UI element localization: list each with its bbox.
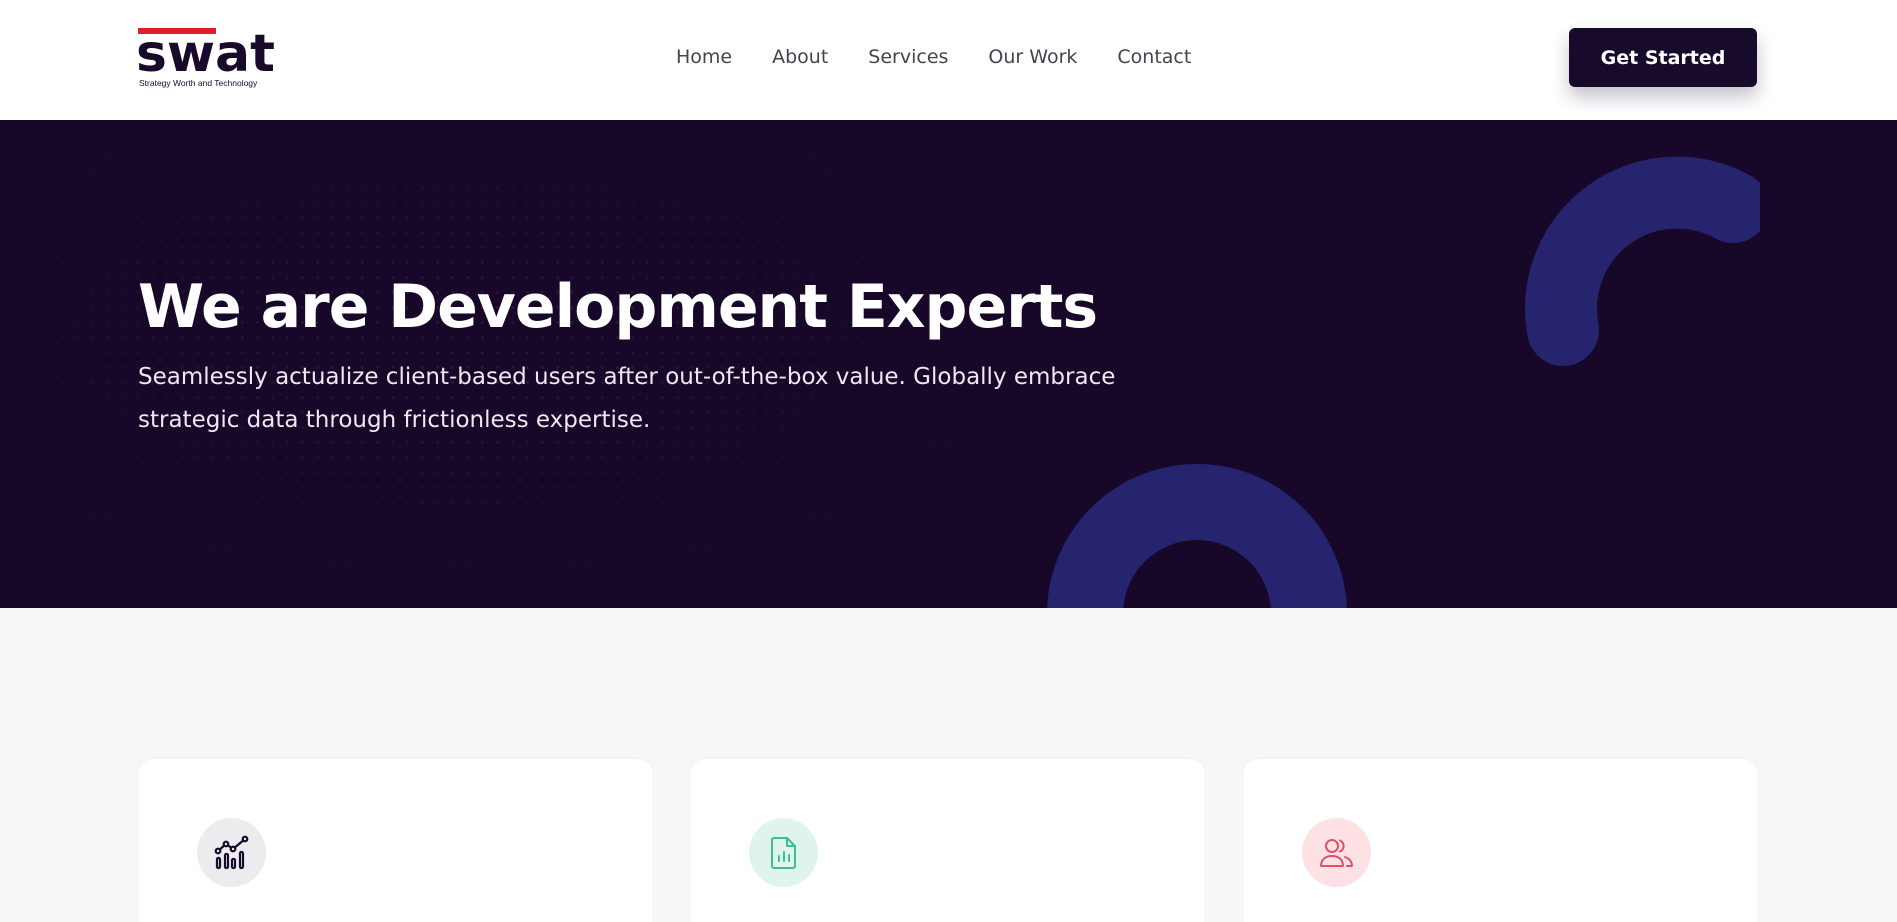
decorative-ring-shape: [1047, 464, 1347, 608]
get-started-button[interactable]: Get Started: [1569, 28, 1757, 87]
logo-wordmark: swat: [136, 24, 275, 84]
logo-tagline: Strategy Worth and Technology: [139, 78, 258, 88]
nav-services[interactable]: Services: [868, 44, 948, 70]
hero-subtitle: Seamlessly actualize client-based users …: [138, 364, 1116, 433]
decorative-arc-shape: [1525, 156, 1760, 366]
main-nav: Home About Services Our Work Contact: [676, 44, 1231, 70]
service-card-1[interactable]: [138, 759, 653, 922]
hero-title: We are Development Experts: [138, 272, 1098, 342]
hero-section: We are Development Experts Seamlessly ac…: [0, 120, 1897, 608]
site-header: swat Strategy Worth and Technology Home …: [0, 0, 1897, 120]
nav-about[interactable]: About: [772, 44, 828, 70]
document-chart-icon: [749, 818, 818, 887]
brand-logo[interactable]: swat Strategy Worth and Technology: [136, 24, 288, 92]
service-card-3[interactable]: [1243, 759, 1758, 922]
users-icon: [1302, 818, 1371, 887]
nav-home[interactable]: Home: [676, 44, 732, 70]
nav-contact[interactable]: Contact: [1117, 44, 1191, 70]
analytics-chart-icon: [197, 818, 266, 887]
service-card-2[interactable]: [690, 759, 1205, 922]
nav-our-work[interactable]: Our Work: [988, 44, 1077, 70]
